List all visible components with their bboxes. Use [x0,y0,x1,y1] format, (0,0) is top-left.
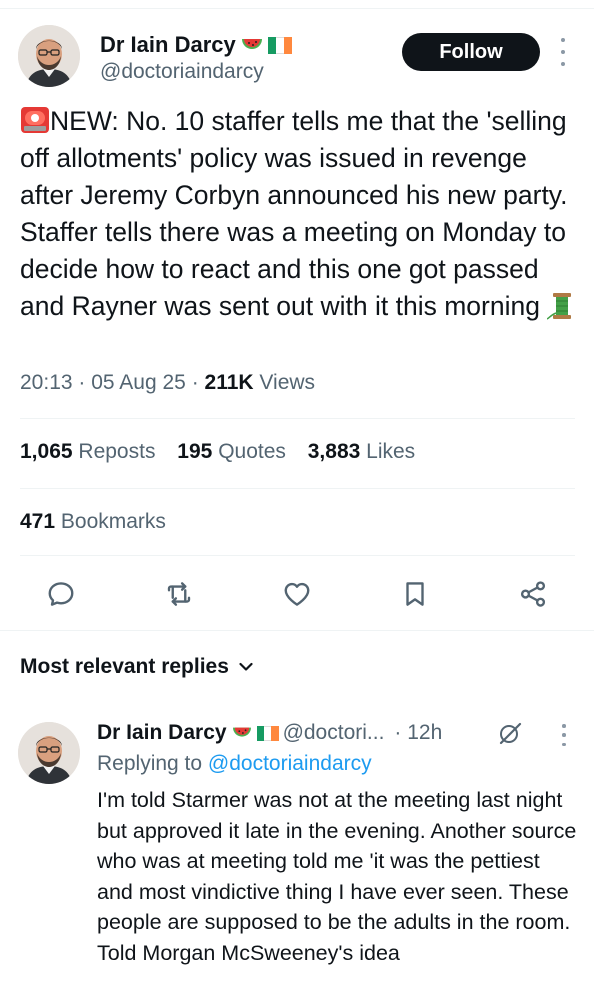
author-name-text: Dr Iain Darcy [100,32,236,57]
bookmarks-stat[interactable]: 471 Bookmarks [20,510,166,534]
like-icon[interactable] [281,578,313,610]
author-avatar[interactable] [18,25,80,87]
likes-stat[interactable]: 3,883 Likes [308,440,415,463]
divider [20,418,575,419]
bookmark-icon[interactable] [399,578,431,610]
avatar-portrait [18,25,80,87]
quotes-stat[interactable]: 195 Quotes [177,440,286,463]
reply-header: Dr Iain Darcy @doctori... · 12h [97,721,442,745]
more-options-icon[interactable] [556,38,570,66]
reply-author-handle[interactable]: @doctori... [283,721,385,745]
watermelon-icon [232,727,251,737]
tweet-date[interactable]: 05 Aug 25 [91,371,186,394]
ireland-flag-icon [256,725,279,741]
reply-author-name[interactable]: Dr Iain Darcy [97,721,227,745]
divider [20,488,575,489]
top-divider [0,8,594,9]
thread-spool-icon [547,293,572,320]
views-label: Views [259,371,316,394]
reply-author-avatar[interactable] [18,722,80,784]
replying-to-prefix: Replying to [97,752,203,775]
ireland-flag-icon [267,36,292,54]
author-handle[interactable]: @doctoriaindarcy [100,60,264,84]
replying-to-link[interactable]: @doctoriaindarcy [208,752,372,775]
tweet-time[interactable]: 20:13 [20,371,73,394]
siren-icon [21,107,49,133]
section-divider [0,630,594,631]
follow-button[interactable]: Follow [402,33,540,71]
author-name[interactable]: Dr Iain Darcy [100,32,292,58]
replies-header-label: Most relevant replies [20,655,229,678]
tweet-meta: 20:13 · 05 Aug 25 · 211K Views [20,371,315,395]
reposts-stat[interactable]: 1,065 Reposts [20,440,155,463]
bookmarks-label: Bookmarks [60,510,166,533]
watermelon-icon [241,39,262,49]
repost-icon[interactable] [163,578,195,610]
avatar-portrait [18,722,80,784]
views-count: 211K [204,371,254,394]
replies-sort-dropdown[interactable]: Most relevant replies [20,655,253,679]
meta-separator: · [78,371,86,394]
share-icon[interactable] [517,578,549,610]
replying-to: Replying to @doctoriaindarcy [97,752,372,776]
engagement-stats: 1,065 Reposts 195 Quotes 3,883 Likes [20,440,431,464]
tweet-body: NEW: No. 10 staffer tells me that the 's… [20,106,568,321]
reply-more-options-icon[interactable] [558,724,570,746]
tweet-text: NEW: No. 10 staffer tells me that the 's… [20,103,576,325]
bookmarks-count: 471 [20,510,56,533]
reply-icon[interactable] [45,578,77,610]
meta-separator: · [191,371,199,394]
reply-text: I'm told Starmer was not at the meeting … [97,788,577,965]
grok-icon[interactable] [496,720,524,748]
divider [20,555,575,556]
reply-time[interactable]: · 12h [394,721,442,745]
chevron-down-icon [239,662,253,671]
